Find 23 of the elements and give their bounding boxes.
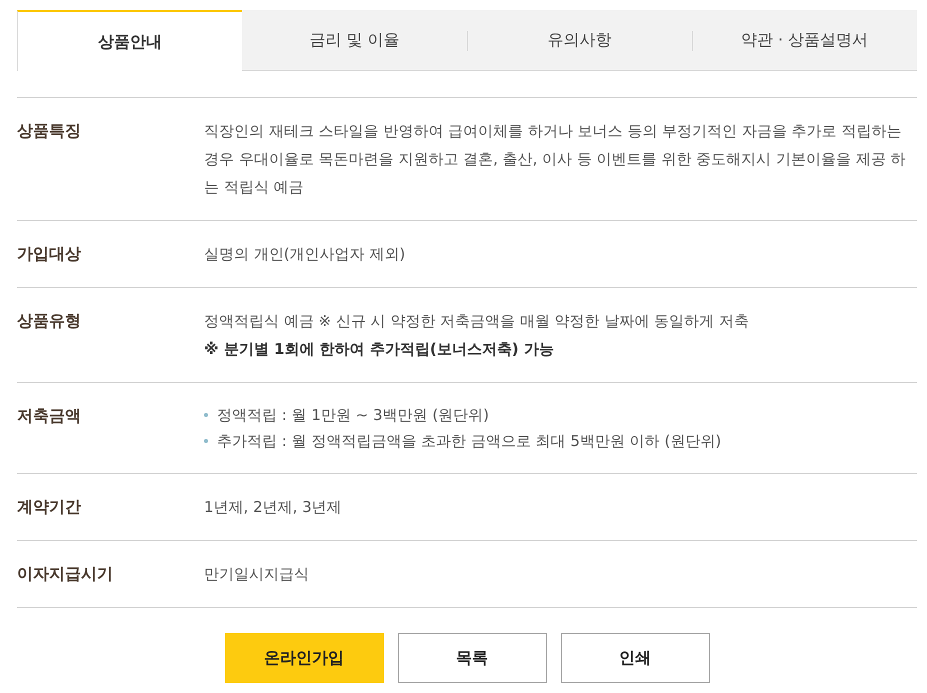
action-button[interactable]: 온라인가입 [224,633,384,683]
row-label: 계약기간 [17,497,81,516]
row-text: 만기일시지급식 [204,564,310,585]
notice-text: ※ 분기별 1회에 한하여 추가적립(보너스저축) 가능 [204,339,555,360]
row-text: 정액적립식 예금 ※ 신규 시 약정한 저축금액을 매월 약정한 날짜에 동일하게 저축 [204,311,750,332]
action-button[interactable]: 인쇄 [560,633,710,683]
bullet-text: 추가적립 : 월 정액적립금액을 초과한 금액으로 최대 5백만원 이하 (원단위) [217,431,722,452]
row-label: 상품유형 [17,311,81,330]
bullet-icon [204,413,208,417]
row-text: 실명의 개인(개인사업자 제외) [204,244,406,265]
bullet-icon [204,439,208,443]
tab[interactable]: 유의사항 [467,10,692,71]
tab[interactable]: 상품안내 [17,10,242,71]
tab[interactable]: 금리 및 이율 [242,10,467,71]
row-label: 가입대상 [17,244,81,263]
tab[interactable]: 약관 · 상품설명서 [692,10,917,71]
action-button[interactable]: 목록 [398,633,546,683]
row-label: 상품특징 [17,121,81,140]
bullet-text: 정액적립 : 월 1만원 ~ 3백만원 (원단위) [217,405,490,426]
row-text: 1년제, 2년제, 3년제 [204,497,343,518]
row-label: 저축금액 [17,406,81,425]
row-label: 이자지급시기 [17,564,113,583]
row-text: 직장인의 재테크 스타일을 반영하여 급여이체를 하거나 보너스 등의 부정기적인 자금을 추가로 적립하는 경우 우대이율로 목돈마련을 지원하고 결혼, 출산, 이사 등 이벤트를 위한 중도해지시 기본이율을 제공 하는 적립식 예금 [204,121,907,198]
